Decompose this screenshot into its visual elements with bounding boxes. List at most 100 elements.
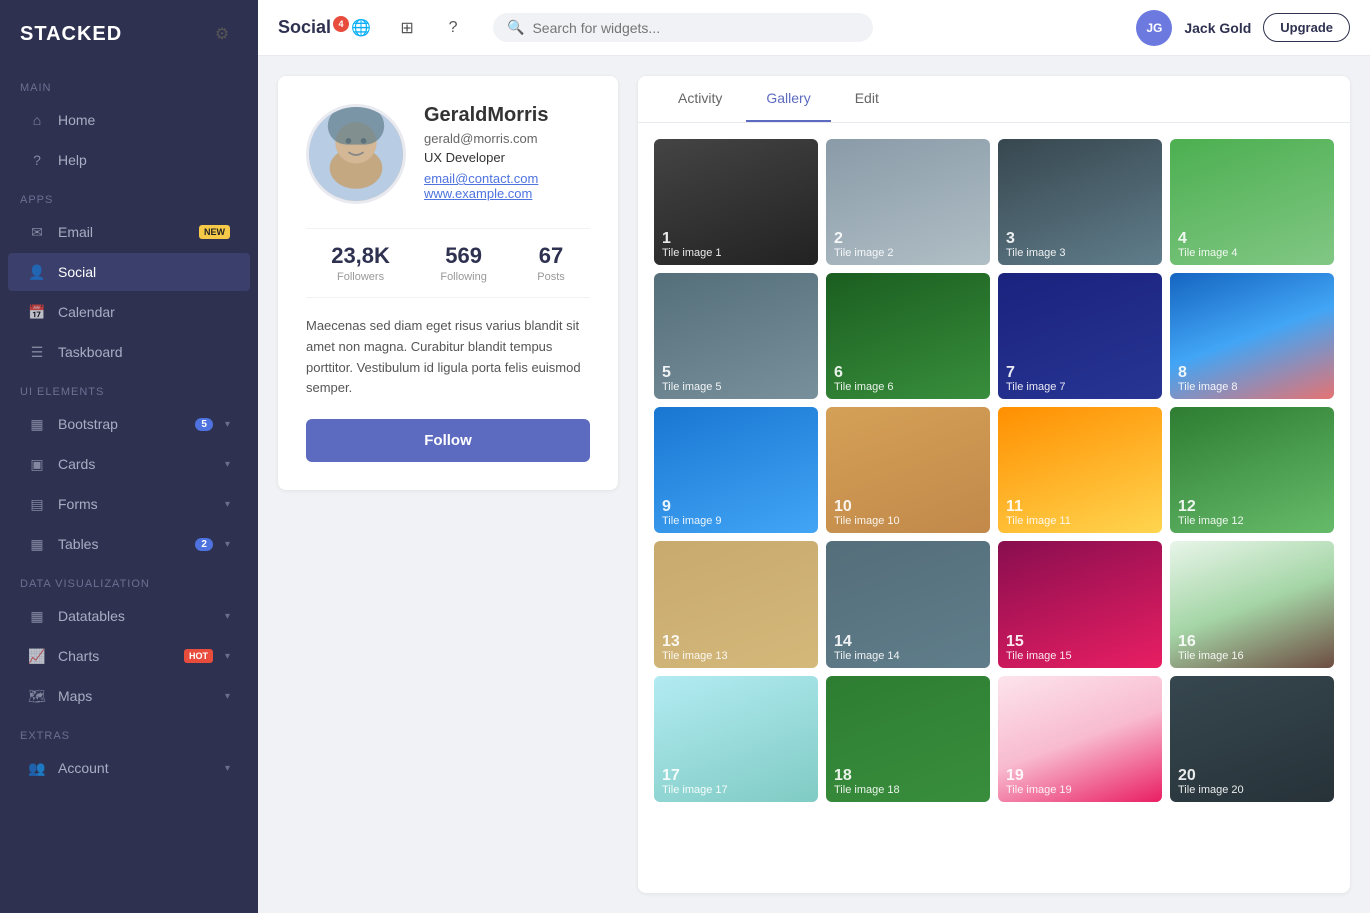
gallery-tile[interactable]: 9 Tile image 9 [654, 407, 818, 533]
profile-stats: 23,8K Followers 569 Following 67 Posts [306, 228, 590, 298]
avatar [306, 104, 406, 204]
chevron-icon: ▾ [225, 691, 230, 702]
sidebar-item-forms[interactable]: ▤ Forms ▾ [8, 485, 250, 523]
profile-contact-email[interactable]: email@contact.com [424, 171, 590, 186]
help-icon: ? [28, 151, 46, 169]
gallery-tile[interactable]: 12 Tile image 12 [1170, 407, 1334, 533]
tab-edit[interactable]: Edit [835, 76, 899, 122]
gallery-tile[interactable]: 18 Tile image 18 [826, 676, 990, 802]
profile-website[interactable]: www.example.com [424, 186, 590, 201]
gallery-tile[interactable]: 3 Tile image 3 [998, 139, 1162, 265]
gallery-tile[interactable]: 7 Tile image 7 [998, 273, 1162, 399]
search-input[interactable] [532, 20, 859, 36]
gallery-tile[interactable]: 4 Tile image 4 [1170, 139, 1334, 265]
profile-bio: Maecenas sed diam eget risus varius blan… [306, 316, 590, 399]
gallery-grid: 1 Tile image 1 2 Tile image 2 3 Tile ima… [638, 123, 1350, 893]
upgrade-button[interactable]: Upgrade [1263, 13, 1350, 42]
cards-icon: ▣ [28, 455, 46, 473]
profile-info: GeraldMorris gerald@morris.com UX Develo… [424, 104, 590, 201]
sidebar-item-charts[interactable]: 📈 Charts HOT ▾ [8, 637, 250, 675]
follow-button[interactable]: Follow [306, 419, 590, 462]
help-icon-btn[interactable]: ? [437, 12, 469, 44]
search-bar[interactable]: 🔍 [493, 13, 873, 42]
gallery-tile[interactable]: 15 Tile image 15 [998, 541, 1162, 667]
sidebar-item-taskboard[interactable]: ☰ Taskboard [8, 333, 250, 371]
gallery-tile[interactable]: 2 Tile image 2 [826, 139, 990, 265]
gallery-tile[interactable]: 6 Tile image 6 [826, 273, 990, 399]
account-icon: 👥 [28, 759, 46, 777]
gallery-tile[interactable]: 17 Tile image 17 [654, 676, 818, 802]
sidebar-item-bootstrap[interactable]: ▦ Bootstrap 5 ▾ [8, 405, 250, 443]
new-badge: NEW [199, 225, 230, 239]
followers-stat: 23,8K Followers [331, 243, 390, 283]
sidebar-item-help[interactable]: ? Help [8, 141, 250, 179]
following-stat: 569 Following [440, 243, 486, 283]
gallery-tile[interactable]: 13 Tile image 13 [654, 541, 818, 667]
sidebar-item-calendar[interactable]: 📅 Calendar [8, 293, 250, 331]
search-icon: 🔍 [507, 19, 524, 36]
sidebar-item-label: Home [58, 112, 230, 128]
gallery-tile[interactable]: 10 Tile image 10 [826, 407, 990, 533]
content-body: GeraldMorris gerald@morris.com UX Develo… [258, 56, 1370, 913]
gallery-tile[interactable]: 1 Tile image 1 [654, 139, 818, 265]
tables-icon: ▦ [28, 535, 46, 553]
sidebar-item-label: Social [58, 264, 230, 280]
social-icon: 👤 [28, 263, 46, 281]
gallery-tile[interactable]: 14 Tile image 14 [826, 541, 990, 667]
gallery-tile[interactable]: 20 Tile image 20 [1170, 676, 1334, 802]
sidebar-item-label: Tables [58, 536, 183, 552]
grid-icon-btn[interactable]: ⊞ [391, 12, 423, 44]
globe-icon-btn[interactable]: 🌐 4 [345, 12, 377, 44]
profile-role: UX Developer [424, 150, 590, 165]
taskboard-icon: ☰ [28, 343, 46, 361]
sidebar-header: STACKED ⚙ [0, 0, 258, 68]
chevron-icon: ▾ [225, 611, 230, 622]
avatar-svg [309, 104, 403, 204]
gallery-tile[interactable]: 11 Tile image 11 [998, 407, 1162, 533]
settings-icon[interactable]: ⚙ [206, 18, 238, 50]
maps-icon: 🗺 [28, 687, 46, 705]
gallery-tabs: Activity Gallery Edit [638, 76, 1350, 123]
chevron-icon: ▾ [225, 419, 230, 430]
sidebar-item-label: Cards [58, 456, 213, 472]
sidebar-item-label: Maps [58, 688, 213, 704]
gallery-tile[interactable]: 5 Tile image 5 [654, 273, 818, 399]
sidebar-item-label: Forms [58, 496, 213, 512]
sidebar-item-cards[interactable]: ▣ Cards ▾ [8, 445, 250, 483]
tab-gallery[interactable]: Gallery [746, 76, 830, 122]
followers-label: Followers [331, 271, 390, 283]
profile-card: GeraldMorris gerald@morris.com UX Develo… [278, 76, 618, 490]
hot-badge: HOT [184, 649, 213, 663]
section-label-ui: UI Elements [0, 372, 258, 404]
section-label-extras: Extras [0, 716, 258, 748]
sidebar-item-email[interactable]: ✉ Email NEW [8, 213, 250, 251]
sidebar-item-maps[interactable]: 🗺 Maps ▾ [8, 677, 250, 715]
user-name: Jack Gold [1184, 20, 1251, 36]
sidebar-item-tables[interactable]: ▦ Tables 2 ▾ [8, 525, 250, 563]
gallery-tile[interactable]: 8 Tile image 8 [1170, 273, 1334, 399]
section-label-apps: Apps [0, 180, 258, 212]
section-label-dataviz: Data Visualization [0, 564, 258, 596]
chevron-icon: ▾ [225, 459, 230, 470]
sidebar-item-label: Charts [58, 648, 172, 664]
main-area: Social 🌐 4 ⊞ ? 🔍 JG Jack Gold Upgrade [258, 0, 1370, 913]
profile-header: GeraldMorris gerald@morris.com UX Develo… [306, 104, 590, 204]
sidebar-item-label: Datatables [58, 608, 213, 624]
sidebar-item-social[interactable]: 👤 Social [8, 253, 250, 291]
profile-email: gerald@morris.com [424, 131, 590, 146]
notification-badge: 4 [333, 16, 349, 32]
sidebar-item-datatables[interactable]: ▦ Datatables ▾ [8, 597, 250, 635]
chevron-icon: ▾ [225, 539, 230, 550]
gallery-tile[interactable]: 19 Tile image 19 [998, 676, 1162, 802]
sidebar-item-label: Taskboard [58, 344, 230, 360]
tab-activity[interactable]: Activity [658, 76, 742, 122]
gallery-panel: Activity Gallery Edit 1 Tile image 1 2 T… [638, 76, 1350, 893]
sidebar-item-account[interactable]: 👥 Account ▾ [8, 749, 250, 787]
forms-icon: ▤ [28, 495, 46, 513]
datatables-icon: ▦ [28, 607, 46, 625]
posts-stat: 67 Posts [537, 243, 565, 283]
sidebar-item-home[interactable]: ⌂ Home [8, 101, 250, 139]
chevron-icon: ▾ [225, 651, 230, 662]
gallery-tile[interactable]: 16 Tile image 16 [1170, 541, 1334, 667]
sidebar-item-label: Calendar [58, 304, 230, 320]
